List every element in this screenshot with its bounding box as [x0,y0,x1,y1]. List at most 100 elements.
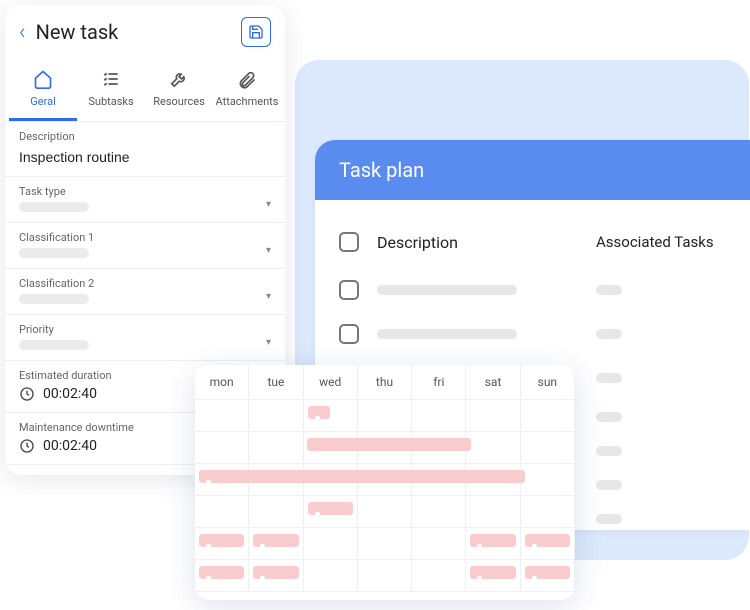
calendar-event[interactable] [470,534,515,547]
row-associated-placeholder [596,514,622,524]
row-checkbox[interactable] [339,280,359,300]
new-task-title: New task [36,20,231,44]
estimated-duration-value: 00:02:40 [43,386,97,402]
list-icon [101,69,121,89]
calendar-cell[interactable] [358,560,412,592]
field-label: Classification 1 [19,231,271,244]
day-head-thu: thu [358,365,412,400]
chevron-down-icon: ▾ [266,245,271,256]
field-label: Classification 2 [19,277,271,290]
row-associated-placeholder [596,446,622,456]
save-button[interactable] [241,17,271,47]
calendar-cell[interactable] [521,400,575,432]
calendar-cell[interactable] [304,528,358,560]
calendar-cell[interactable] [195,400,249,432]
field-description[interactable]: Description [5,122,285,177]
calendar-cell[interactable] [358,528,412,560]
calendar-cell[interactable] [358,400,412,432]
calendar-row [195,560,575,592]
calendar-cell[interactable] [195,528,249,560]
calendar-cell[interactable] [195,560,249,592]
wrench-icon [169,69,189,89]
calendar-cell[interactable] [412,496,466,528]
calendar-cell[interactable] [412,528,466,560]
calendar-cell[interactable] [521,432,575,464]
calendar-cell[interactable] [249,496,303,528]
tab-general[interactable]: Geral [9,61,77,121]
calendar-event[interactable] [308,502,353,515]
maintenance-downtime-value: 00:02:40 [43,438,97,454]
calendar-event[interactable] [199,470,525,483]
row-associated-placeholder [596,480,622,490]
day-head-fri: fri [412,365,466,400]
calendar-event[interactable] [307,438,471,451]
calendar-cell[interactable] [466,432,520,464]
tab-subtasks[interactable]: Subtasks [77,61,145,121]
calendar-cell[interactable] [249,528,303,560]
field-classification-2[interactable]: Classification 2 ▾ [5,269,285,315]
calendar-cell[interactable] [249,560,303,592]
calendar-cell[interactable] [358,496,412,528]
tab-resources[interactable]: Resources [145,61,213,121]
calendar-cell[interactable] [195,496,249,528]
select-placeholder [19,340,89,350]
task-plan-row[interactable] [339,312,726,356]
calendar-cell[interactable] [304,400,358,432]
tab-label: Geral [30,95,56,108]
chevron-down-icon: ▾ [266,291,271,302]
day-head-sat: sat [466,365,520,400]
calendar-event[interactable] [253,534,298,547]
calendar-cell[interactable] [195,432,249,464]
calendar-event[interactable] [308,406,330,419]
select-placeholder [19,202,89,212]
calendar-event[interactable] [199,566,244,579]
field-priority[interactable]: Priority ▾ [5,315,285,361]
calendar-card: mon tue wed thu fri sat sun [195,365,575,600]
calendar-cell[interactable] [466,400,520,432]
field-label: Task type [19,185,271,198]
calendar-row [195,496,575,528]
row-associated-placeholder [596,329,622,339]
calendar-cell[interactable] [521,528,575,560]
calendar-cell[interactable] [521,560,575,592]
calendar-cell[interactable] [521,464,575,496]
task-tabs: Geral Subtasks Resources Attachments [5,59,285,122]
tab-attachments[interactable]: Attachments [213,61,281,121]
row-associated-placeholder [596,373,622,383]
chevron-down-icon: ▾ [266,337,271,348]
task-plan-row[interactable] [339,268,726,312]
calendar-cell[interactable] [466,560,520,592]
calendar-cell[interactable] [466,496,520,528]
day-head-tue: tue [249,365,303,400]
calendar-event[interactable] [470,566,515,579]
calendar-row [195,432,575,464]
row-description-placeholder [377,329,517,339]
row-description-placeholder [377,285,517,295]
row-checkbox[interactable] [339,324,359,344]
day-head-sun: sun [521,365,575,400]
calendar-cell[interactable] [249,432,303,464]
calendar-event[interactable] [525,534,570,547]
back-icon[interactable]: ‹ [19,20,26,45]
calendar-cell[interactable] [412,560,466,592]
field-label: Description [19,130,271,143]
calendar-event[interactable] [199,534,244,547]
calendar-cell[interactable] [304,560,358,592]
attachment-icon [237,69,257,89]
calendar-cell[interactable] [521,496,575,528]
field-task-type[interactable]: Task type ▾ [5,177,285,223]
calendar-event[interactable] [525,566,570,579]
description-input[interactable] [19,149,271,165]
calendar-cell[interactable] [466,528,520,560]
field-classification-1[interactable]: Classification 1 ▾ [5,223,285,269]
calendar-cell[interactable] [249,400,303,432]
field-label: Priority [19,323,271,336]
calendar-event[interactable] [253,566,298,579]
column-associated: Associated Tasks [596,233,726,251]
select-all-checkbox[interactable] [339,232,359,252]
select-placeholder [19,294,89,304]
calendar-cell[interactable] [304,496,358,528]
clock-icon [19,438,35,454]
calendar-cell[interactable] [412,400,466,432]
task-plan-header-row: Description Associated Tasks [339,224,726,268]
